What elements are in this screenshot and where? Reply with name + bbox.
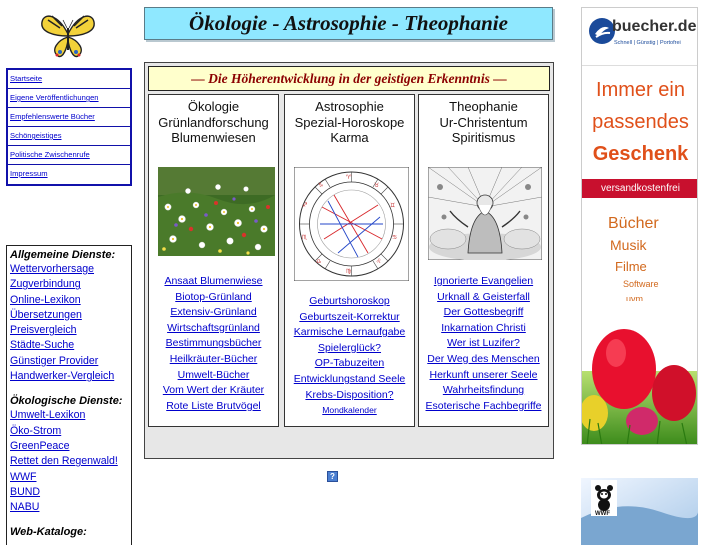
column-link[interactable]: Geburtszeit-Korrektur [285,310,414,326]
ad-product: Musik [610,237,647,253]
column-link[interactable]: Geburtshoroskop [285,294,414,310]
general-services-heading: Allgemeine Dienste: [10,249,116,261]
eco-service-link[interactable]: WWF [10,470,128,485]
column-link[interactable]: Wahrheitsfindung [419,383,548,399]
column-link[interactable]: Heilkräuter-Bücher [149,352,278,368]
svg-text:♑: ♑ [318,182,323,189]
column-link[interactable]: Spielerglück? [285,341,414,357]
buecher-de-ad[interactable]: buecher.de Schnell | Günstig | Portofrei… [581,7,698,445]
column-link[interactable]: Esoterische Fachbegriffe [419,399,548,415]
subtitle-banner: — Die Höherentwicklung in der geistigen … [148,66,550,91]
general-services-list: Wettervorhersage Zugverbindung Online-Le… [10,262,128,384]
column-theophanie: Theophanie Ur-Christentum Spiritismus Ig… [418,94,549,427]
ad-ribbon: versandkostenfrei [582,179,697,198]
ad-product: Bücher [608,215,659,232]
eco-service-link[interactable]: Öko-Strom [10,424,128,439]
eco-services-list: Umwelt-Lexikon Öko-Strom GreenPeace Rett… [10,408,128,515]
easter-eggs-graphic [582,301,697,444]
ad-product: Software [623,279,659,289]
column-link[interactable]: Herkunft unserer Seele [419,368,548,384]
column-heading: Theophanie Ur-Christentum Spiritismus [439,99,528,145]
nav-item-impressum[interactable]: Impressum [8,165,130,184]
nav-item-buecher[interactable]: Empfehlenswerte Bücher [8,108,130,127]
ad-slogan: Immer ein passendes Geschenk [592,79,689,165]
column-heading: Astrosophie Spezial-Horoskope Karma [294,99,405,145]
column-link[interactable]: Umwelt-Bücher [149,368,278,384]
column-link[interactable]: OP-Tabuzeiten [285,356,414,372]
mondkalender-link[interactable]: Mondkalender [285,403,414,419]
column-link[interactable]: Wer ist Luzifer? [419,336,548,352]
column-link[interactable]: Bestimmungsbücher [149,336,278,352]
eco-service-link[interactable]: BUND [10,485,128,500]
svg-text:WWF: WWF [595,511,610,517]
svg-text:♌: ♌ [376,258,381,265]
main-panel: — Die Höherentwicklung in der geistigen … [144,62,554,459]
column-link[interactable]: Vom Wert der Kräuter [149,383,278,399]
wwf-banner[interactable]: WWF [581,478,698,545]
column-link[interactable]: Wirtschaftsgrünland [149,321,278,337]
svg-text:♐: ♐ [302,202,307,209]
service-link[interactable]: Wettervorhersage [10,262,128,277]
column-link[interactable]: Krebs-Disposition? [285,388,414,404]
eco-service-link[interactable]: Rettet den Regenwald! [10,454,128,469]
eco-service-link[interactable]: NABU [10,500,128,515]
svg-text:♈: ♈ [346,174,352,181]
ad-product: Filme [615,259,647,274]
column-link[interactable]: Rote Liste Brutvögel [149,399,278,415]
column-link[interactable]: Extensiv-Grünland [149,305,278,321]
svg-text:♉: ♉ [374,182,379,189]
service-link[interactable]: Städte-Suche [10,338,128,353]
column-link[interactable]: Biotop-Grünland [149,290,278,306]
help-icon[interactable]: ? [327,471,338,482]
svg-text:♏: ♏ [302,234,308,241]
nav-item-startseite[interactable]: Startseite [8,70,130,89]
column-link[interactable]: Ansaat Blumenwiese [149,274,278,290]
flower-meadow-image [158,167,275,256]
butterfly-logo [38,6,98,64]
service-link[interactable]: Online-Lexikon [10,293,128,308]
svg-text:♍: ♍ [346,268,351,275]
oekologie-links: Ansaat Blumenwiese Biotop-Grünland Exten… [149,274,278,414]
horoscope-chart-image: ♈ ♉ ♊ ♋ ♌ ♍ ♎ ♏ ♐ ♑ [293,166,410,282]
ad-logo: buecher.de Schnell | Günstig | Portofrei [582,8,697,66]
service-link[interactable]: Günstiger Provider [10,354,128,369]
column-link[interactable]: Ignorierte Evangelien [419,274,548,290]
svg-text:♎: ♎ [316,258,321,265]
nav-item-zwischenrufe[interactable]: Politische Zwischenrufe [8,146,130,165]
service-link[interactable]: Übersetzungen [10,308,128,323]
service-link[interactable]: Handwerker-Vergleich [10,369,128,384]
column-astrosophie: Astrosophie Spezial-Horoskope Karma ♈ ♉ … [284,94,415,427]
astrosophie-links: Geburtshoroskop Geburtszeit-Korrektur Ka… [285,294,414,419]
column-link[interactable]: Der Weg des Menschen [419,352,548,368]
nav-item-schoengeistiges[interactable]: Schöngeistiges [8,127,130,146]
eco-services-heading: Ökologische Dienste: [10,395,123,408]
service-link[interactable]: Preisvergleich [10,323,128,338]
theophanie-links: Ignorierte Evangelien Urknall & Geisterf… [419,274,548,414]
column-oekologie: Ökologie Grünlandforschung Blumenwiesen [148,94,279,427]
web-catalogs-heading: Web-Kataloge: [10,526,87,539]
column-link[interactable]: Inkarnation Christi [419,321,548,337]
god-engraving-image [427,166,543,261]
service-link[interactable]: Zugverbindung [10,277,128,292]
left-nav: Startseite Eigene Veröffentlichungen Emp… [6,68,132,186]
svg-text:♋: ♋ [392,234,397,241]
eco-service-link[interactable]: Umwelt-Lexikon [10,408,128,423]
column-link[interactable]: Urknall & Geisterfall [419,290,548,306]
page-title: Ökologie - Astrosophie - Theophanie [144,7,553,40]
column-heading: Ökologie Grünlandforschung Blumenwiesen [158,99,269,145]
svg-text:♊: ♊ [390,202,395,209]
ad-brand: buecher.de [612,18,697,35]
column-link[interactable]: Der Gottesbegriff [419,305,548,321]
column-link[interactable]: Karmische Lernaufgabe [285,325,414,341]
column-link[interactable]: Entwicklungstand Seele [285,372,414,388]
nav-item-veroeffentlichungen[interactable]: Eigene Veröffentlichungen [8,89,130,108]
eco-service-link[interactable]: GreenPeace [10,439,128,454]
ad-tagline: Schnell | Günstig | Portofrei [614,40,681,46]
services-box: Allgemeine Dienste: Wettervorhersage Zug… [6,245,132,545]
